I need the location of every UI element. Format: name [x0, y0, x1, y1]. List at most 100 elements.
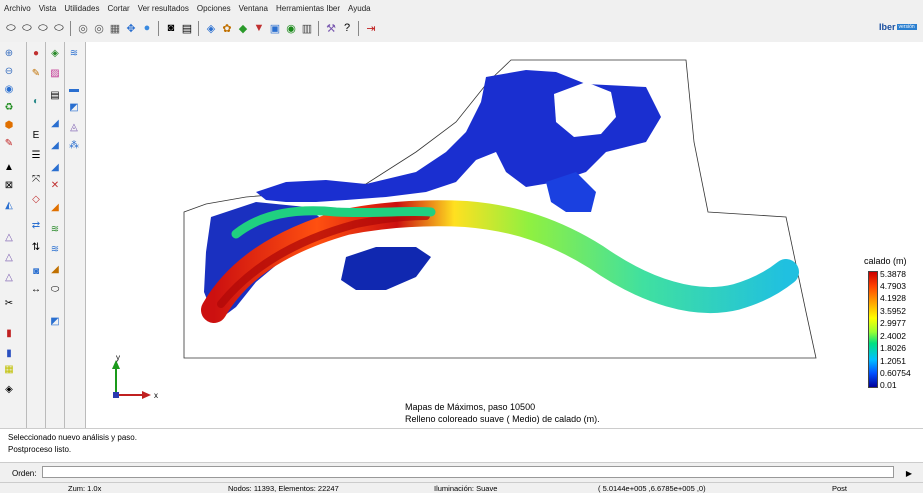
- zoom-out-icon[interactable]: ⊖: [2, 64, 16, 78]
- waves-icon[interactable]: ≋: [48, 242, 62, 256]
- zoom-out-icon[interactable]: ◎: [92, 21, 106, 35]
- iso-icon[interactable]: ≋: [48, 222, 62, 236]
- camera-icon[interactable]: ◙: [164, 21, 178, 35]
- drops-icon[interactable]: ⁂: [67, 138, 81, 152]
- left-toolbar-3: ◈ ▨ ▤ ◢ ◢ ◢ ✕ ◢ ≋ ≋ ◢ ⬭ ◩: [46, 42, 65, 428]
- color-scale-icon[interactable]: ▮: [2, 326, 16, 340]
- legend-value: 1.2051: [880, 356, 906, 366]
- zoom-icon[interactable]: ⊕: [2, 46, 16, 60]
- print-icon[interactable]: ▤: [180, 21, 194, 35]
- outline-icon[interactable]: △: [2, 270, 16, 284]
- view-icon[interactable]: ◉: [2, 82, 16, 96]
- command-input[interactable]: [42, 466, 894, 478]
- distance-icon[interactable]: ↔: [29, 282, 43, 296]
- menu-cortar[interactable]: Cortar: [103, 4, 133, 13]
- vector-icon[interactable]: ◇: [29, 192, 43, 206]
- rotate-icon[interactable]: ●: [140, 21, 154, 35]
- redraw-icon[interactable]: ♻: [2, 100, 16, 114]
- menu-archivo[interactable]: Archivo: [0, 4, 35, 13]
- graph-view-icon[interactable]: ◩: [48, 314, 62, 328]
- streamline-icon[interactable]: ◢: [48, 160, 62, 174]
- main-toolbar: ⬭ ⬭ ⬭ ⬭ ◎ ◎ ▦ ✥ ● ◙ ▤ ◈ ✿ ◆ ▼ ▣ ◉ ▥ ⚒ ? …: [0, 16, 923, 43]
- geometry-icon[interactable]: ⬭: [52, 21, 66, 35]
- shape-icon[interactable]: △: [2, 250, 16, 264]
- fill-icon[interactable]: ◩: [67, 100, 81, 114]
- toolbar-separator: [198, 21, 199, 36]
- exit-icon[interactable]: ⇥: [364, 21, 378, 35]
- xy-icon[interactable]: ⤧: [29, 172, 43, 186]
- console-message: Postproceso listo.: [8, 445, 72, 454]
- menu-utilidades[interactable]: Utilidades: [60, 4, 103, 13]
- axes-icon[interactable]: E: [29, 128, 43, 142]
- flow-icon[interactable]: ⇄: [29, 218, 43, 232]
- menu-opciones[interactable]: Opciones: [193, 4, 235, 13]
- cutplane-icon[interactable]: ◬: [67, 120, 81, 134]
- menu-ventana[interactable]: Ventana: [235, 4, 272, 13]
- zoom-frame-icon[interactable]: ▦: [108, 21, 122, 35]
- pan-icon[interactable]: ✥: [124, 21, 138, 35]
- process-icon[interactable]: ◉: [284, 21, 298, 35]
- new-icon[interactable]: ⬭: [4, 21, 18, 35]
- render-icon[interactable]: ⬢: [2, 118, 16, 132]
- stack-icon[interactable]: ≋: [67, 46, 81, 60]
- tools-icon[interactable]: ⚒: [324, 21, 338, 35]
- legend-color-bar: [868, 271, 878, 388]
- conditions-icon[interactable]: ✿: [220, 21, 234, 35]
- zoom-in-icon[interactable]: ◎: [76, 21, 90, 35]
- menu-bar: Archivo Vista Utilidades Cortar Ver resu…: [0, 0, 923, 16]
- layers-icon[interactable]: ◆: [236, 21, 250, 35]
- results-icon[interactable]: ▣: [268, 21, 282, 35]
- max-min-icon[interactable]: ⇅: [29, 240, 43, 254]
- cross-icon[interactable]: ✕: [48, 178, 62, 192]
- result-options-icon[interactable]: ◈: [2, 382, 16, 396]
- message-console: Seleccionado nuevo análisis y paso. Post…: [0, 428, 923, 463]
- list-icon[interactable]: ☰: [29, 148, 43, 162]
- save-icon[interactable]: ⬭: [36, 21, 50, 35]
- toolbar-separator: [318, 21, 319, 36]
- triangle-icon[interactable]: △: [2, 230, 16, 244]
- color-icon[interactable]: ◭: [2, 198, 16, 212]
- menu-herramientas-iber[interactable]: Herramientas Iber: [272, 4, 344, 13]
- frame-icon[interactable]: ⊠: [2, 178, 16, 192]
- result-caption-title: Mapas de Máximos, paso 10500: [405, 402, 536, 412]
- palette-icon[interactable]: ▦: [2, 362, 16, 376]
- menu-vista[interactable]: Vista: [35, 4, 61, 13]
- left-toolbar-4: ≋ ▬ ◩ ◬ ⁂: [65, 42, 86, 428]
- left-toolbar-2: ● ✎ ◐ E ☰ ⤧ ◇ ⇄ ⇅ ◙ ↔: [27, 42, 46, 428]
- graph-icon[interactable]: ▥: [300, 21, 314, 35]
- open-icon[interactable]: ⬭: [20, 21, 34, 35]
- command-execute-icon[interactable]: ▶: [900, 467, 918, 479]
- menu-ayuda[interactable]: Ayuda: [344, 4, 375, 13]
- materials-icon[interactable]: ▼: [252, 21, 266, 35]
- legend-value: 0.60754: [880, 368, 911, 378]
- legend-title: calado (m): [864, 256, 907, 266]
- section-icon[interactable]: ⬭: [48, 282, 62, 296]
- command-label: Orden:: [12, 469, 37, 478]
- band-icon[interactable]: ◢: [48, 116, 62, 130]
- console-message: Seleccionado nuevo análisis y paso.: [8, 433, 137, 442]
- info-icon[interactable]: ◙: [29, 264, 43, 278]
- rainbow-icon[interactable]: ◢: [48, 200, 62, 214]
- result-map: y x: [112, 59, 817, 400]
- field-icon[interactable]: ▤: [48, 88, 62, 102]
- cut-icon[interactable]: ✂: [2, 296, 16, 310]
- layer-icon[interactable]: ◈: [48, 46, 62, 60]
- menu-ver-resultados[interactable]: Ver resultados: [134, 4, 193, 13]
- help-icon[interactable]: ?: [340, 21, 354, 35]
- point-icon[interactable]: ●: [29, 46, 43, 60]
- result-caption-detail: Relleno coloreado suave ( Medio) de cala…: [405, 414, 600, 424]
- pen-icon[interactable]: ✎: [2, 136, 16, 150]
- contour-icon[interactable]: ◢: [48, 138, 62, 152]
- status-bar: Zum: 1.0x Nodos: 11393, Elementos: 22247…: [0, 482, 923, 493]
- mesh-icon[interactable]: ◈: [204, 21, 218, 35]
- command-bar: Orden: ▶: [0, 462, 923, 483]
- brand-name: Iber: [879, 22, 896, 32]
- display-icon[interactable]: ▨: [48, 66, 62, 80]
- graphics-canvas[interactable]: y x: [86, 42, 923, 428]
- label-icon[interactable]: ▲: [2, 160, 16, 174]
- color-map-icon[interactable]: ▮: [2, 346, 16, 360]
- max-icon[interactable]: ▬: [67, 82, 81, 96]
- edit-icon[interactable]: ✎: [29, 66, 43, 80]
- surface-icon[interactable]: ◐: [29, 94, 43, 108]
- deform-icon[interactable]: ◢: [48, 262, 62, 276]
